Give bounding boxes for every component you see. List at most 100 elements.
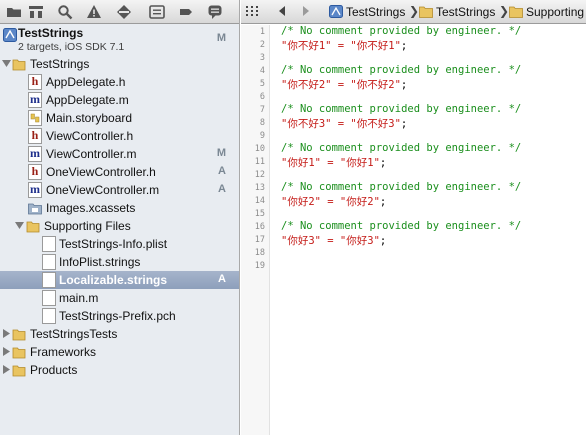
- implementation-file-icon: m: [28, 146, 42, 162]
- disclosure-open-icon[interactable]: [15, 221, 24, 230]
- search-icon[interactable]: [57, 4, 73, 20]
- implementation-file-icon: m: [28, 92, 42, 108]
- tree-item-teststrings-group[interactable]: TestStrings: [0, 55, 239, 73]
- code-line-string: "你不好2" = "你不好2";: [281, 79, 408, 91]
- project-name: TestStrings: [18, 26, 84, 40]
- document-icon: [42, 272, 56, 288]
- project-root[interactable]: TestStrings 2 targets, iOS SDK 7.1 M: [0, 24, 239, 56]
- line-number: 15: [254, 209, 265, 219]
- diamond-icon[interactable]: [116, 4, 132, 20]
- tree-item-teststringstests-group[interactable]: TestStringsTests: [0, 325, 239, 343]
- tree-item-label: TestStringsTests: [30, 327, 118, 341]
- tree-item-label: ViewController.h: [46, 129, 134, 143]
- tree-item-oneviewcontroller-m[interactable]: m OneViewController.m A: [0, 181, 239, 199]
- tree-item-appdelegate-m[interactable]: m AppDelegate.m: [0, 91, 239, 109]
- line-number: 14: [254, 196, 265, 206]
- source-editor[interactable]: /* No comment provided by engineer. */ "…: [271, 25, 586, 435]
- tree-item-localizable-strings[interactable]: Localizable.strings A: [0, 271, 239, 289]
- scm-status-badge: A: [218, 165, 226, 177]
- tree-item-label: TestStrings-Info.plist: [59, 237, 168, 251]
- project-subtitle: 2 targets, iOS SDK 7.1: [18, 41, 125, 53]
- code-line-comment: /* No comment provided by engineer. */: [281, 181, 522, 193]
- code-line-string: "你好3" = "你好3";: [281, 235, 387, 247]
- line-number: 8: [259, 118, 265, 128]
- tree-item-main-storyboard[interactable]: Main.storyboard: [0, 109, 239, 127]
- xcode-project-icon: [3, 28, 17, 42]
- tree-item-label: OneViewController.m: [46, 183, 160, 197]
- code-line-string: "你好1" = "你好1";: [281, 157, 387, 169]
- breadcrumb-group[interactable]: TestStrings: [436, 5, 495, 19]
- tree-item-oneviewcontroller-h[interactable]: h OneViewController.h A: [0, 163, 239, 181]
- folder-icon: [12, 59, 26, 71]
- folder-icon: [12, 329, 26, 341]
- warning-icon[interactable]: [86, 4, 102, 20]
- storyboard-icon: [28, 110, 42, 126]
- tag-icon[interactable]: [178, 4, 194, 20]
- project-navigator: TestStrings 2 targets, iOS SDK 7.1 M Tes…: [0, 0, 240, 435]
- tree-item-prefix-pch[interactable]: TestStrings-Prefix.pch: [0, 307, 239, 325]
- line-number: 3: [259, 53, 265, 63]
- disclosure-closed-icon[interactable]: [2, 347, 11, 356]
- breadcrumb-subgroup[interactable]: Supporting: [526, 5, 584, 19]
- folder-icon: [12, 365, 26, 377]
- folder-icon[interactable]: [6, 4, 22, 20]
- line-number: 19: [254, 261, 265, 271]
- breadcrumb-separator: ❯: [499, 4, 510, 18]
- line-number: 9: [259, 131, 265, 141]
- tree-item-label: OneViewController.h: [46, 165, 156, 179]
- tree-item-appdelegate-h[interactable]: h AppDelegate.h: [0, 73, 239, 91]
- code-line-comment: /* No comment provided by engineer. */: [281, 220, 522, 232]
- line-number: 10: [254, 144, 265, 154]
- folder-icon: [509, 6, 523, 18]
- tree-item-label: TestStrings-Prefix.pch: [59, 309, 176, 323]
- scm-status-badge: A: [218, 183, 226, 195]
- tree-item-main-m[interactable]: main.m: [0, 289, 239, 307]
- line-number: 17: [254, 235, 265, 245]
- line-number: 12: [254, 170, 265, 180]
- tree-item-viewcontroller-m[interactable]: m ViewController.m M: [0, 145, 239, 163]
- forward-arrow-icon[interactable]: [301, 4, 311, 18]
- line-number: 2: [259, 40, 265, 50]
- line-number: 5: [259, 79, 265, 89]
- jump-bar: TestStrings ❯ TestStrings ❯ Supporting: [241, 0, 586, 24]
- tree-item-products-group[interactable]: Products: [0, 361, 239, 379]
- line-number: 7: [259, 105, 265, 115]
- list-icon[interactable]: [149, 4, 165, 20]
- disclosure-closed-icon[interactable]: [2, 329, 11, 338]
- related-items-grid-icon[interactable]: [246, 4, 258, 18]
- speech-bubble-icon[interactable]: [207, 4, 223, 20]
- disclosure-open-icon[interactable]: [2, 59, 11, 68]
- line-number: 11: [254, 157, 265, 167]
- navigator-selector-bar: [0, 0, 239, 24]
- xcode-project-icon: [329, 5, 343, 18]
- folder-icon: [12, 347, 26, 359]
- code-line-comment: /* No comment provided by engineer. */: [281, 103, 522, 115]
- tree-item-label: Localizable.strings: [59, 273, 168, 287]
- implementation-file-icon: m: [28, 182, 42, 198]
- line-number: 1: [259, 27, 265, 37]
- tree-item-frameworks-group[interactable]: Frameworks: [0, 343, 239, 361]
- tree-item-label: Frameworks: [30, 345, 97, 359]
- breadcrumb-separator: ❯: [409, 4, 420, 18]
- header-file-icon: h: [28, 128, 42, 144]
- tree-item-viewcontroller-h[interactable]: h ViewController.h: [0, 127, 239, 145]
- hierarchy-icon[interactable]: [28, 4, 44, 20]
- tree-item-infoplist-strings[interactable]: InfoPlist.strings: [0, 253, 239, 271]
- breadcrumb-project[interactable]: TestStrings: [346, 5, 405, 19]
- header-file-icon: h: [28, 164, 42, 180]
- header-file-icon: h: [28, 74, 42, 90]
- code-line-string: "你不好1" = "你不好1";: [281, 40, 408, 52]
- document-icon: [42, 254, 56, 270]
- line-number: 4: [259, 66, 265, 76]
- tree-item-label: Products: [30, 363, 78, 377]
- disclosure-closed-icon[interactable]: [2, 365, 11, 374]
- back-arrow-icon[interactable]: [277, 4, 287, 18]
- document-icon: [42, 290, 56, 306]
- tree-item-label: AppDelegate.m: [46, 93, 129, 107]
- line-number-gutter: 1 2 3 4 5 6 7 8 9 10 11 12 13 14 15 16 1…: [241, 25, 270, 435]
- tree-item-label: ViewController.m: [46, 147, 137, 161]
- tree-item-supporting-files-group[interactable]: Supporting Files: [0, 217, 239, 235]
- tree-item-info-plist[interactable]: TestStrings-Info.plist: [0, 235, 239, 253]
- tree-item-images-xcassets[interactable]: Images.xcassets: [0, 199, 239, 217]
- code-line-string: "你不好3" = "你不好3";: [281, 118, 408, 130]
